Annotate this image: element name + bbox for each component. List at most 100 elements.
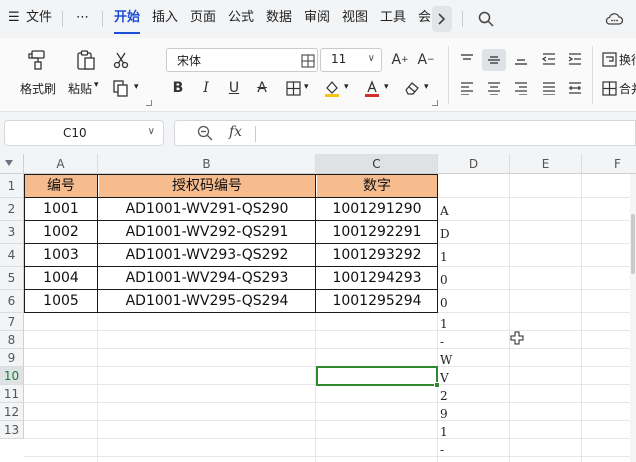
clear-format-icon[interactable] — [402, 78, 422, 98]
clipboard-dialog-launcher[interactable] — [146, 100, 152, 106]
align-center-icon[interactable] — [485, 79, 503, 97]
row-header-7[interactable]: 7 — [0, 313, 24, 331]
border-icon[interactable] — [284, 79, 302, 97]
table-cell[interactable]: 1004 — [25, 267, 97, 289]
cloud-sync-icon[interactable] — [604, 9, 624, 29]
table-cell[interactable]: AD1001-WV293-QS292 — [99, 244, 315, 266]
distributed-align-icon[interactable] — [566, 79, 584, 97]
font-family-select[interactable]: 宋体 — [166, 48, 318, 72]
tab-review[interactable]: 审阅 — [304, 9, 330, 27]
table-cell[interactable]: 1003 — [25, 244, 97, 266]
row-header-9[interactable]: 9 — [0, 349, 24, 367]
hamburger-menu-icon[interactable]: ☰ — [8, 9, 20, 27]
tab-home[interactable]: 开始 — [114, 9, 140, 27]
underline-icon[interactable]: U — [226, 78, 242, 98]
paste-button[interactable]: 粘贴 — [68, 80, 92, 97]
table-cell[interactable]: 1001291290 — [317, 198, 437, 220]
table-cell[interactable]: 1001293292 — [317, 244, 437, 266]
merge-button[interactable]: 合并 — [619, 80, 636, 97]
column-header-c[interactable]: C — [316, 154, 438, 174]
column-header-f[interactable]: F — [582, 154, 636, 174]
row-header-13[interactable]: 13 — [0, 421, 24, 439]
row-header-10[interactable]: 10 — [0, 367, 24, 385]
fill-dropdown-icon[interactable]: ▾ — [344, 82, 349, 92]
row-header-6[interactable]: 6 — [0, 290, 24, 313]
font-list-icon[interactable] — [301, 53, 315, 72]
row-header-1[interactable]: 1 — [0, 174, 24, 198]
font-color-dropdown-icon[interactable]: ▾ — [384, 82, 389, 92]
column-header-a[interactable]: A — [24, 154, 98, 174]
column-header-e[interactable]: E — [510, 154, 582, 174]
wrap-text-button[interactable]: 换行 — [619, 51, 636, 68]
format-painter-button[interactable]: 格式刷 — [20, 80, 56, 97]
header-cell-number[interactable]: 数字 — [317, 175, 437, 197]
table-cell[interactable]: AD1001-WV294-QS293 — [99, 267, 315, 289]
font-dialog-launcher[interactable] — [432, 100, 438, 106]
tab-scroll-right-icon[interactable] — [432, 6, 452, 32]
bold-icon[interactable]: B — [170, 78, 186, 98]
header-cell-id[interactable]: 编号 — [25, 175, 97, 197]
table-cell[interactable]: 1001 — [25, 198, 97, 220]
align-right-icon[interactable] — [512, 79, 530, 97]
font-size-select[interactable]: 11 ∨ — [320, 48, 382, 72]
header-cell-auth-code[interactable]: 授权码编号 — [99, 175, 315, 197]
select-all-corner[interactable] — [0, 154, 24, 174]
worksheet-grid[interactable]: A B C D E F 1 2 3 4 5 6 7 8 9 10 11 12 1… — [0, 154, 636, 462]
tab-member[interactable]: 会 — [418, 9, 431, 27]
copy-icon[interactable] — [110, 78, 132, 98]
table-cell[interactable]: 1002 — [25, 221, 97, 243]
formula-input[interactable]: fx — [174, 120, 636, 146]
table-cell[interactable]: 1001295294 — [317, 290, 437, 312]
tab-data[interactable]: 数据 — [266, 9, 292, 27]
border-dropdown-icon[interactable]: ▾ — [304, 82, 309, 92]
paste-dropdown-icon[interactable]: ▾ — [94, 80, 99, 90]
font-color-icon[interactable] — [362, 78, 382, 98]
copy-dropdown-icon[interactable]: ▾ — [134, 82, 139, 92]
menu-file[interactable]: 文件 — [26, 9, 52, 27]
zoom-formula-icon[interactable] — [197, 125, 213, 145]
indent-decrease-icon[interactable] — [540, 50, 558, 68]
row-header-12[interactable]: 12 — [0, 403, 24, 421]
row-header-5[interactable]: 5 — [0, 267, 24, 290]
tab-formula[interactable]: 公式 — [228, 9, 254, 27]
tab-tools[interactable]: 工具 — [380, 9, 406, 27]
paste-icon[interactable] — [74, 48, 98, 72]
row-header-11[interactable]: 11 — [0, 385, 24, 403]
indent-increase-icon[interactable] — [566, 50, 584, 68]
row-header-3[interactable]: 3 — [0, 221, 24, 244]
fill-handle[interactable] — [434, 382, 440, 388]
row-header-8[interactable]: 8 — [0, 331, 24, 349]
name-box[interactable]: C10 ∨ — [4, 120, 164, 146]
more-icon[interactable]: ⋯ — [76, 9, 89, 27]
italic-icon[interactable]: I — [198, 78, 214, 98]
decrease-font-icon[interactable]: A − — [416, 49, 436, 71]
tab-view[interactable]: 视图 — [342, 9, 368, 27]
tab-insert[interactable]: 插入 — [152, 9, 178, 27]
align-left-icon[interactable] — [458, 79, 476, 97]
table-cell[interactable]: AD1001-WV295-QS294 — [99, 290, 315, 312]
strikethrough-icon[interactable]: A — [254, 78, 270, 98]
search-icon[interactable] — [476, 9, 496, 29]
active-cell-c10[interactable] — [316, 366, 438, 386]
increase-font-icon[interactable]: A + — [390, 49, 410, 71]
align-bottom-icon[interactable] — [512, 50, 530, 68]
tab-page[interactable]: 页面 — [190, 9, 216, 27]
column-header-b[interactable]: B — [98, 154, 316, 174]
vertical-scrollbar-thumb[interactable] — [631, 214, 635, 274]
justify-icon[interactable] — [540, 79, 558, 97]
fx-icon[interactable]: fx — [229, 124, 242, 140]
row-header-4[interactable]: 4 — [0, 244, 24, 267]
fill-color-icon[interactable] — [322, 78, 342, 98]
row-header-2[interactable]: 2 — [0, 198, 24, 221]
align-top-icon[interactable] — [458, 50, 476, 68]
table-cell[interactable]: AD1001-WV291-QS290 — [99, 198, 315, 220]
table-cell[interactable]: AD1001-WV292-QS291 — [99, 221, 315, 243]
table-cell[interactable]: 1001294293 — [317, 267, 437, 289]
column-header-d[interactable]: D — [438, 154, 510, 174]
table-cell[interactable]: 1001292291 — [317, 221, 437, 243]
cut-icon[interactable] — [110, 50, 132, 70]
format-painter-icon[interactable] — [26, 48, 50, 72]
merge-icon[interactable] — [600, 79, 618, 97]
chevron-down-icon[interactable]: ∨ — [148, 126, 155, 137]
align-middle-icon[interactable] — [485, 50, 503, 68]
